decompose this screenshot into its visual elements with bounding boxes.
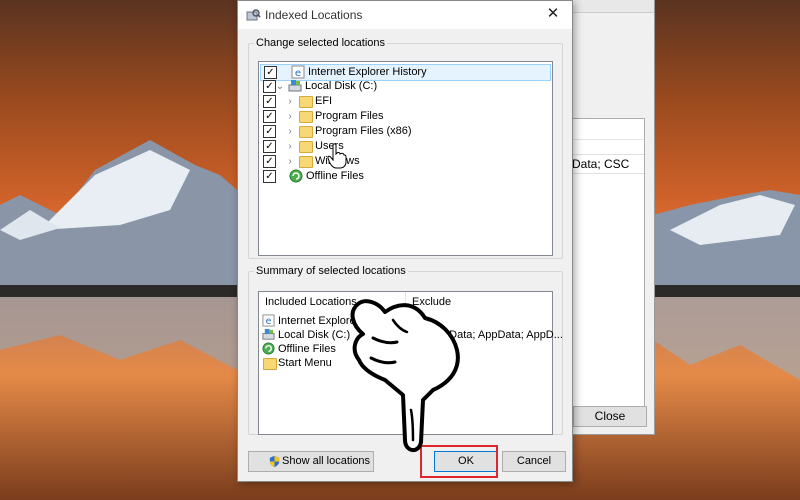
chevron-right-icon[interactable]: ›: [285, 109, 295, 124]
background-window-list: Data; CSC: [569, 118, 645, 412]
tree-item-windows[interactable]: ✓ › Windows: [259, 154, 549, 169]
folder-icon: [299, 96, 313, 108]
summary-included-label: Start Menu: [278, 357, 332, 369]
tree-item-program-files-x86[interactable]: ✓ › Program Files (x86): [259, 124, 549, 139]
tree-item-local-disk[interactable]: ✓ ⌄ Local Disk (C:): [259, 79, 549, 94]
chevron-right-icon[interactable]: ›: [285, 139, 295, 154]
tree-item-label: Local Disk (C:): [305, 80, 378, 92]
change-selected-locations-group: Change selected locations ✓ e Internet E…: [248, 37, 563, 259]
local-disk-icon: [262, 328, 275, 340]
cancel-button[interactable]: Cancel: [502, 451, 566, 472]
tree-item-label: Program Files: [315, 110, 384, 122]
close-icon[interactable]: ✕: [538, 3, 568, 25]
tree-item-label: Internet Explorer History: [308, 66, 427, 78]
tree-checkbox[interactable]: ✓: [264, 66, 277, 79]
hand-cursor-icon: [327, 143, 347, 169]
dialog-titlebar: Indexed Locations ✕: [238, 1, 572, 29]
summary-group-label: Summary of selected locations: [256, 265, 406, 277]
offline-files-icon: [262, 342, 275, 355]
tree-item-offline-files[interactable]: ✓ Offline Files: [259, 169, 549, 184]
folder-icon: [299, 141, 313, 153]
chevron-down-icon[interactable]: ⌄: [275, 79, 285, 94]
chevron-right-icon[interactable]: ›: [285, 94, 295, 109]
dialog-title: Indexed Locations: [265, 8, 363, 22]
chevron-right-icon[interactable]: ›: [285, 154, 295, 169]
background-list-header: [570, 119, 644, 140]
svg-text:e: e: [266, 316, 272, 327]
pointing-hand-icon: [350, 299, 460, 452]
tree-item-label: Program Files (x86): [315, 125, 412, 137]
background-close-button[interactable]: Close: [573, 406, 647, 427]
background-list-row[interactable]: Data; CSC: [570, 154, 644, 174]
svg-text:e: e: [295, 68, 301, 79]
tree-checkbox[interactable]: ✓: [263, 95, 276, 108]
tree-checkbox[interactable]: ✓: [263, 140, 276, 153]
tree-checkbox[interactable]: ✓: [263, 110, 276, 123]
chevron-right-icon[interactable]: ›: [285, 124, 295, 139]
folder-icon: [263, 358, 277, 370]
background-window-header: [571, 0, 654, 13]
change-selected-locations-label: Change selected locations: [256, 37, 386, 49]
tree-checkbox[interactable]: ✓: [263, 170, 276, 183]
ie-history-icon: e: [262, 314, 275, 327]
offline-files-icon: [289, 169, 303, 183]
ie-history-icon: e: [291, 65, 305, 79]
local-disk-icon: [288, 80, 302, 92]
folder-icon: [299, 126, 313, 138]
tree-item-label: EFI: [315, 95, 333, 107]
tree-item-users[interactable]: ✓ › Users: [259, 139, 549, 154]
shield-icon: [269, 455, 280, 468]
tree-checkbox[interactable]: ✓: [263, 125, 276, 138]
tree-item-efi[interactable]: ✓ › EFI: [259, 94, 549, 109]
locations-tree[interactable]: ✓ e Internet Explorer History ✓ ⌄ Local …: [258, 61, 553, 256]
summary-included-label: Offline Files: [278, 343, 336, 355]
tree-item-label: Offline Files: [306, 170, 364, 182]
folder-icon: [299, 156, 313, 168]
tree-item-program-files[interactable]: ✓ › Program Files: [259, 109, 549, 124]
tree-checkbox[interactable]: ✓: [263, 155, 276, 168]
indexing-options-icon: [246, 9, 261, 21]
folder-icon: [299, 111, 313, 123]
